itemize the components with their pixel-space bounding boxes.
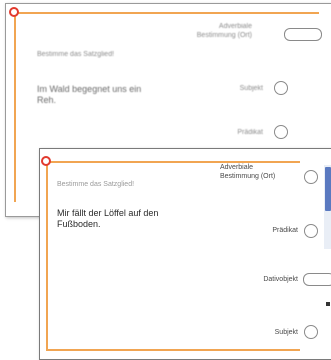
option-label-adverbiale: Adverbiale Bestimmung (Ort) xyxy=(220,164,276,180)
back-option-1[interactable] xyxy=(284,28,322,41)
front-sentence: Mir fällt der Löffel auf den Fußboden. xyxy=(57,208,159,229)
frame-bottom xyxy=(46,349,300,351)
back-option-label-1: Adverbiale Bestimmung (Ort) xyxy=(196,23,252,39)
frame-top xyxy=(14,12,319,14)
start-marker-icon xyxy=(41,156,51,166)
start-marker-icon xyxy=(9,7,19,17)
option-label-dativobjekt: Dativobjekt xyxy=(263,276,298,283)
option-label-subjekt: Subjekt xyxy=(274,329,298,336)
back-option-label-3: Prädikat xyxy=(237,129,263,136)
option-label-praedikat: Prädikat xyxy=(272,227,298,234)
option-adverbiale[interactable] xyxy=(304,170,318,184)
back-option-2[interactable] xyxy=(274,81,288,95)
scrollbar[interactable] xyxy=(324,165,331,249)
front-prompt: Bestimme das Satzglied! xyxy=(57,181,135,188)
back-sentence: Im Wald begegnet uns ein Reh. xyxy=(37,84,142,105)
option-subjekt[interactable] xyxy=(304,325,318,339)
front-card: Bestimme das Satzglied! Mir fällt der Lö… xyxy=(39,148,331,360)
back-prompt: Bestimme das Satzglied! xyxy=(37,51,115,58)
square-marker-icon xyxy=(326,302,330,306)
scrollbar-thumb[interactable] xyxy=(325,167,331,211)
back-option-3[interactable] xyxy=(274,125,288,139)
frame-left xyxy=(14,12,16,202)
option-dativobjekt[interactable] xyxy=(303,273,331,286)
frame-left xyxy=(46,161,48,351)
option-praedikat[interactable] xyxy=(304,224,318,238)
back-option-label-2: Subjekt xyxy=(239,85,263,92)
